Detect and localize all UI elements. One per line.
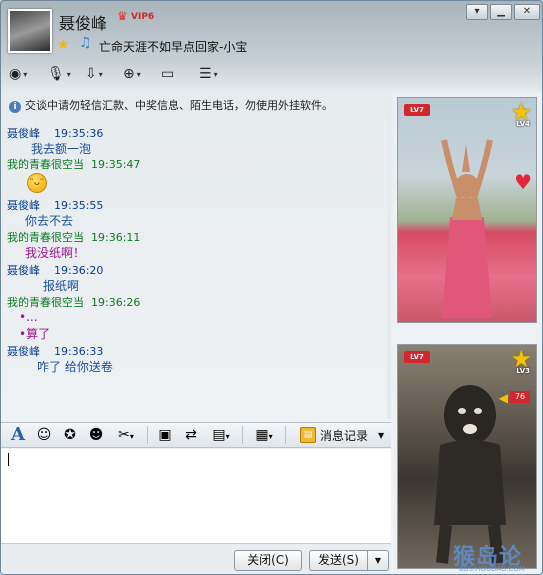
- chat-window: 聂俊峰 ♛ VIP6 ★ ♫ 亡命天涯不如早点回家-小宝 ▾ ▁ ✕ ◉ ▾ 🎙 ▾…: [0, 0, 543, 575]
- chevron-down-icon: ▼: [374, 556, 382, 565]
- contact-figure: [441, 139, 493, 318]
- toolbox-button[interactable]: ▦▾: [249, 424, 279, 446]
- message-text: 报纸啊: [43, 279, 80, 293]
- star-level: LV4: [516, 120, 530, 128]
- my-show-photo[interactable]: LV7 ★ LV3 ◀ 76: [397, 344, 537, 569]
- monitor-icon: ▤: [212, 427, 226, 443]
- volume-level: 76: [510, 391, 530, 403]
- chevron-down-icon: ▾: [66, 69, 71, 79]
- more-apps-icon: ☰: [199, 66, 212, 82]
- more-apps-button[interactable]: ☰ ▾: [199, 63, 233, 85]
- forum-watermark: 猴岛论坛 BBS.HOUDAO.COM: [453, 545, 525, 573]
- remote-desktop-icon: ▭: [161, 66, 175, 82]
- add-contact-button[interactable]: ⊕ ▾: [123, 63, 157, 85]
- action-bar: 关闭(C) 发送(S) ▼: [1, 543, 391, 574]
- chevron-down-icon: ▾: [98, 69, 103, 79]
- magic-emoticon-button[interactable]: ✪: [59, 424, 81, 446]
- screenshot-button[interactable]: ✂▾: [111, 424, 141, 446]
- vip-badge[interactable]: ♛ VIP6: [117, 9, 159, 25]
- options-button[interactable]: ▾: [466, 4, 488, 20]
- close-window-button[interactable]: ✕: [514, 4, 540, 20]
- voice-button[interactable]: 🎙 ▾: [47, 63, 81, 85]
- send-button[interactable]: 发送(S): [309, 550, 367, 571]
- crown-icon: ♛: [117, 9, 128, 23]
- microphone-icon: 🎙: [47, 66, 65, 82]
- file-transfer-icon: ⇩: [85, 66, 97, 82]
- chevron-down-icon: ▾: [23, 69, 28, 79]
- text-caret: [8, 453, 9, 466]
- minimize-button[interactable]: ▁: [490, 4, 512, 20]
- music-note-icon[interactable]: ♫: [79, 35, 92, 51]
- transfer-icon: ⇄: [185, 427, 197, 443]
- chat-toolbar: ◉ ▾ 🎙 ▾ ⇩ ▾ ⊕ ▾ ▭ ☰ ▾: [9, 63, 233, 85]
- message-header: 我的青春很空当 19:36:11: [7, 231, 141, 244]
- heart-icon: ♥: [514, 170, 532, 194]
- message-text: •算了: [19, 327, 51, 341]
- close-button[interactable]: 关闭(C): [234, 550, 302, 571]
- sly-face-emoji-icon: ᵔᴗᵔ: [27, 173, 47, 193]
- transfer-button[interactable]: ⇄: [180, 424, 202, 446]
- emoticon-button[interactable]: ☺: [33, 424, 55, 446]
- send-image-button[interactable]: ▣: [154, 424, 176, 446]
- chevron-down-icon: ▾: [213, 69, 218, 79]
- star-level: LV3: [516, 367, 530, 375]
- star-icon[interactable]: ★: [57, 37, 70, 53]
- history-icon: ▤: [300, 427, 316, 443]
- input-toolbar: A ☺ ✪ ☻ ✂▾ ▣ ⇄ ▤▾ ▦▾ ▤ 消息记录 ▼: [1, 422, 391, 448]
- toolbox-icon: ▦: [255, 427, 269, 443]
- title-bar: 聂俊峰 ♛ VIP6 ★ ♫ 亡命天涯不如早点回家-小宝 ▾ ▁ ✕ ◉ ▾ 🎙 ▾…: [1, 1, 542, 93]
- video-panel: LV7 ★ LV4 ♥ LV7 ★ LV3 ◀ 76 猴岛论坛 BBS.HOUD…: [393, 93, 542, 574]
- chevron-down-icon: ▼: [378, 430, 385, 440]
- webcam-button[interactable]: ◉ ▾: [9, 63, 43, 85]
- speaker-icon[interactable]: ◀: [499, 391, 508, 405]
- toolbar-divider: [285, 426, 286, 444]
- security-notice: i 交谈中请勿轻信汇款、中奖信息、陌生电话，勿使用外挂软件。: [9, 97, 333, 113]
- font-button[interactable]: A: [7, 424, 29, 446]
- info-icon: i: [9, 101, 21, 113]
- image-icon: ▣: [158, 427, 172, 443]
- contact-avatar[interactable]: [8, 9, 52, 53]
- add-contact-icon: ⊕: [123, 66, 135, 82]
- message-header: 聂俊峰 19:36:20: [7, 264, 104, 277]
- scissors-icon: ✂: [118, 427, 130, 443]
- message-text: 你去不去: [25, 214, 74, 228]
- message-text: 咋了 给你送卷: [37, 360, 113, 374]
- contact-signature: 亡命天涯不如早点回家-小宝: [99, 40, 248, 54]
- message-text: 我没纸啊！: [25, 246, 86, 260]
- my-level-badge: LV7: [404, 351, 430, 363]
- toolbar-divider: [242, 426, 243, 444]
- message-input[interactable]: [1, 449, 391, 543]
- file-transfer-button[interactable]: ⇩ ▾: [85, 63, 119, 85]
- message-text: 我去额一泡: [31, 142, 92, 156]
- shake-button[interactable]: ☻: [85, 424, 107, 446]
- message-header: 聂俊峰 19:36:33: [7, 345, 104, 358]
- contact-show-photo[interactable]: LV7 ★ LV4 ♥: [397, 97, 537, 323]
- chevron-down-icon: ▾: [129, 432, 134, 441]
- magic-face-icon: ✪: [64, 427, 76, 443]
- chevron-down-icon: ▾: [268, 432, 273, 441]
- shake-icon: ☻: [88, 427, 104, 443]
- contact-name[interactable]: 聂俊峰: [59, 10, 107, 34]
- screen-share-button[interactable]: ▤▾: [206, 424, 236, 446]
- message-header: 我的青春很空当 19:36:26: [7, 296, 141, 309]
- message-header: 我的青春很空当 19:35:47: [7, 158, 141, 171]
- message-history-button[interactable]: ▤ 消息记录 ▼: [300, 427, 384, 444]
- webcam-icon: ◉: [9, 66, 22, 82]
- remote-desktop-button[interactable]: ▭: [161, 63, 195, 85]
- chevron-down-icon: ▾: [136, 69, 141, 79]
- message-text: •...: [19, 310, 38, 324]
- window-controls: ▾ ▁ ✕: [466, 4, 540, 20]
- message-header: 聂俊峰 19:35:55: [7, 199, 104, 212]
- message-header: 聂俊峰 19:35:36: [7, 127, 104, 140]
- smiley-icon: ☺: [36, 427, 52, 443]
- chevron-down-icon: ▾: [225, 432, 230, 441]
- font-icon: A: [11, 424, 25, 445]
- vip-label: VIP6: [131, 12, 155, 22]
- toolbar-divider: [147, 426, 148, 444]
- message-scrollbar[interactable]: [387, 97, 391, 419]
- message-history: 聂俊峰 19:35:36 我去额一泡 我的青春很空当 19:35:47 ᵔᴗᵔ …: [7, 121, 387, 421]
- contact-level-badge: LV7: [404, 104, 430, 116]
- send-options-button[interactable]: ▼: [367, 550, 389, 571]
